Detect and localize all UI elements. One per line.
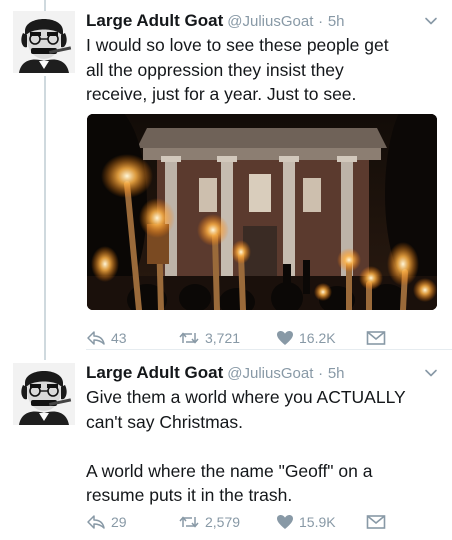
retweet-count: 2,579 [205,514,241,530]
like-count: 15.9K [299,514,336,530]
reply-icon [87,331,105,345]
avatar-image [13,11,75,73]
tweet-header: Large Adult Goat @JuliusGoat · 5h [86,360,452,386]
direct-message-button[interactable] [366,510,391,534]
tweet-text-line [86,434,432,459]
timestamp[interactable]: 5h [328,365,345,382]
chevron-down-icon[interactable] [424,14,438,28]
tweet-text: Give them a world where you ACTUALLY can… [86,385,432,508]
tweet[interactable]: Large Adult Goat @JuliusGoat · 5h I would… [0,8,452,346]
reply-icon [87,515,105,529]
retweet-icon [179,516,199,528]
tweet[interactable]: Large Adult Goat @JuliusGoat · 5h Give th… [0,360,452,540]
tweet-media-photo[interactable] [87,114,437,310]
reply-button[interactable]: 29 [86,510,127,534]
direct-message-icon [366,331,386,345]
separator: · [318,365,324,382]
display-name[interactable]: Large Adult Goat [86,11,223,30]
username[interactable]: @JuliusGoat [227,13,313,30]
display-name[interactable]: Large Adult Goat [86,363,223,382]
heart-icon [277,331,293,345]
like-button[interactable]: 16.2K [276,326,336,350]
torchlit-building-photo [87,114,437,310]
tweet-text-line: receive, just for a year. Just to see. [86,84,357,105]
username[interactable]: @JuliusGoat [227,365,313,382]
like-button[interactable]: 15.9K [276,510,336,534]
retweet-icon [179,332,199,344]
direct-message-button[interactable] [366,326,391,350]
tweet-actions: 43 3,721 16.2K [86,326,432,350]
tweet-divider [86,349,452,350]
retweet-button[interactable]: 3,721 [178,326,240,350]
tweet-text-line: A world where the name "Geoff" on a [86,460,373,481]
chevron-down-icon[interactable] [424,366,438,380]
avatar[interactable] [13,11,75,73]
avatar[interactable] [13,363,75,425]
heart-icon [277,515,293,529]
reply-button[interactable]: 43 [86,326,127,350]
reply-count: 29 [111,514,127,530]
tweet-text-line: Give them a world where you ACTUALLY [86,387,406,407]
tweet-text-line: resume puts it in the trash. [86,485,293,506]
tweet-text-line: can't say Christmas. [86,411,243,432]
tweet-text-line: I would so love to see these people get [86,35,389,55]
avatar-image [13,363,75,425]
separator: · [318,13,324,30]
retweet-count: 3,721 [205,330,241,346]
tweet-text: I would so love to see these people get … [86,33,432,107]
tweet-actions: 29 2,579 15.9K [86,510,432,534]
retweet-button[interactable]: 2,579 [178,510,240,534]
tweet-text-line: all the oppression they insist they [86,59,344,80]
timestamp[interactable]: 5h [328,13,345,30]
reply-count: 43 [111,330,127,346]
direct-message-icon [366,515,386,529]
tweet-header: Large Adult Goat @JuliusGoat · 5h [86,8,452,34]
like-count: 16.2K [299,330,336,346]
